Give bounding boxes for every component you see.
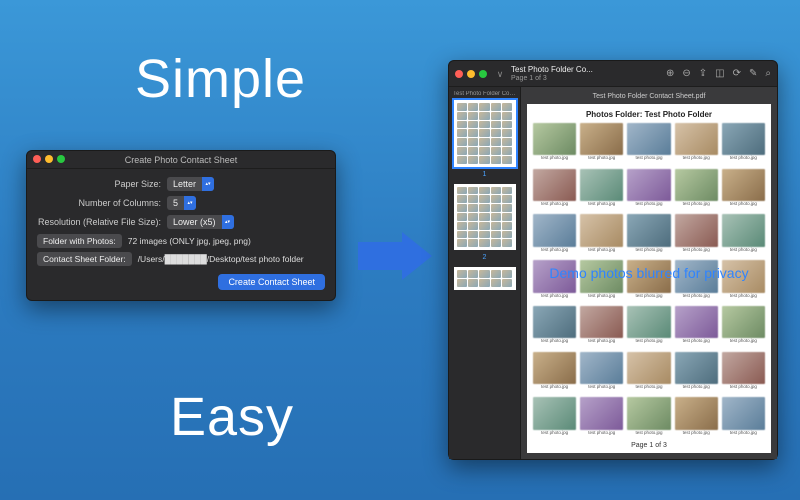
preview-window: ∨ Test Photo Folder Co... Page 1 of 3 ⊕ … [448, 60, 778, 460]
resolution-label: Resolution (Relative File Size): [37, 217, 167, 227]
rotate-icon[interactable]: ⟳ [733, 65, 741, 83]
settings-title: Create Photo Contact Sheet [125, 155, 238, 165]
contact-sheet-photo: test photo.jpg [722, 260, 765, 302]
zoom-icon[interactable] [479, 70, 487, 78]
paper-size-value: Letter [167, 179, 202, 189]
contact-sheet-page: Photos Folder: Test Photo Folder test ph… [527, 104, 771, 453]
paper-size-label: Paper Size: [37, 179, 167, 189]
window-traffic-lights [455, 70, 487, 78]
contact-sheet-photo: test photo.jpg [675, 169, 718, 211]
document-title: Test Photo Folder Co... [511, 65, 593, 74]
highlight-icon[interactable]: ◫ [715, 65, 724, 83]
contact-sheet-photo: test photo.jpg [675, 397, 718, 439]
settings-titlebar: Create Photo Contact Sheet [27, 151, 335, 169]
minimize-icon[interactable] [467, 70, 475, 78]
contact-sheet-photo: test photo.jpg [675, 306, 718, 348]
contact-sheet-photo: test photo.jpg [675, 260, 718, 302]
thumbnail-page-number: 2 [453, 254, 516, 261]
contact-sheet-photo: test photo.jpg [627, 123, 670, 165]
contact-sheet-photo: test photo.jpg [533, 123, 576, 165]
create-contact-sheet-button[interactable]: Create Contact Sheet [218, 274, 325, 290]
contact-sheet-photo: test photo.jpg [675, 214, 718, 256]
thumbnail-rail[interactable]: Test Photo Folder Contac... 1 2 [449, 87, 521, 459]
zoom-in-icon[interactable]: ⊕ [666, 65, 674, 83]
contact-sheet-photo: test photo.jpg [580, 352, 623, 394]
contact-sheet-photo: test photo.jpg [580, 397, 623, 439]
marketing-text-easy: Easy [170, 386, 294, 448]
columns-select[interactable]: 5 ▴▾ [167, 196, 196, 210]
contact-sheet-photo: test photo.jpg [722, 306, 765, 348]
contact-sheet-photo: test photo.jpg [627, 352, 670, 394]
contact-sheet-photo: test photo.jpg [675, 123, 718, 165]
columns-value: 5 [167, 198, 184, 208]
minimize-icon[interactable] [45, 155, 53, 163]
contact-sheet-photo: test photo.jpg [627, 306, 670, 348]
contact-sheet-photo: test photo.jpg [627, 214, 670, 256]
chevron-updown-icon: ▴▾ [202, 177, 214, 191]
choose-photos-folder-button[interactable]: Folder with Photos: [37, 234, 122, 248]
contact-sheet-photo: test photo.jpg [533, 260, 576, 302]
chevron-updown-icon: ▴▾ [184, 196, 196, 210]
contact-sheet-photo: test photo.jpg [533, 214, 576, 256]
chevron-updown-icon: ▴▾ [222, 215, 234, 229]
contact-sheet-photo: test photo.jpg [580, 214, 623, 256]
photos-folder-value: 72 images (ONLY jpg, jpeg, png) [128, 236, 251, 246]
markup-icon[interactable]: ✎ [749, 65, 757, 83]
resolution-value: Lower (x5) [167, 217, 222, 227]
close-icon[interactable] [455, 70, 463, 78]
page-area[interactable]: Test Photo Folder Contact Sheet.pdf Phot… [521, 87, 777, 459]
contact-sheet-photo: test photo.jpg [627, 260, 670, 302]
choose-output-folder-button[interactable]: Contact Sheet Folder: [37, 252, 132, 266]
thumbnail-page-3[interactable] [454, 267, 516, 290]
output-folder-value: /Users/███████/Desktop/test photo folder [138, 254, 304, 264]
arrow-icon [358, 232, 438, 280]
thumbnail-rail-title: Test Photo Folder Contac... [453, 91, 516, 97]
contact-sheet-photo: test photo.jpg [533, 306, 576, 348]
zoom-icon[interactable] [57, 155, 65, 163]
contact-sheet-photo: test photo.jpg [533, 397, 576, 439]
contact-sheet-photo: test photo.jpg [722, 123, 765, 165]
document-title-block: Test Photo Folder Co... Page 1 of 3 [511, 65, 593, 83]
thumbnail-page-1[interactable] [454, 100, 516, 167]
contact-sheet-photo: test photo.jpg [533, 352, 576, 394]
zoom-out-icon[interactable]: ⊖ [682, 65, 690, 83]
thumbnail-page-2[interactable] [454, 184, 516, 251]
settings-window: Create Photo Contact Sheet Paper Size: L… [26, 150, 336, 301]
close-icon[interactable] [33, 155, 41, 163]
marketing-text-simple: Simple [135, 48, 306, 110]
filename-header: Test Photo Folder Contact Sheet.pdf [527, 93, 771, 100]
search-icon[interactable]: ⌕ [765, 65, 771, 83]
contact-sheet-photo: test photo.jpg [722, 214, 765, 256]
contact-sheet-photo: test photo.jpg [722, 397, 765, 439]
sidebar-toggle-icon[interactable]: ∨ [495, 69, 505, 79]
contact-sheet-photo: test photo.jpg [627, 397, 670, 439]
sheet-title: Photos Folder: Test Photo Folder [533, 110, 765, 119]
contact-sheet-photo: test photo.jpg [533, 169, 576, 211]
preview-titlebar: ∨ Test Photo Folder Co... Page 1 of 3 ⊕ … [449, 61, 777, 87]
columns-label: Number of Columns: [37, 198, 167, 208]
sheet-footer: Page 1 of 3 [533, 439, 765, 449]
contact-sheet-photo: test photo.jpg [580, 260, 623, 302]
contact-sheet-photo: test photo.jpg [675, 352, 718, 394]
paper-size-select[interactable]: Letter ▴▾ [167, 177, 214, 191]
thumbnail-page-number: 1 [453, 171, 516, 178]
document-subtitle: Page 1 of 3 [511, 74, 593, 83]
resolution-select[interactable]: Lower (x5) ▴▾ [167, 215, 234, 229]
contact-sheet-photo: test photo.jpg [580, 306, 623, 348]
contact-sheet-photo: test photo.jpg [627, 169, 670, 211]
contact-sheet-photo: test photo.jpg [580, 123, 623, 165]
contact-sheet-photo: test photo.jpg [580, 169, 623, 211]
contact-sheet-photo: test photo.jpg [722, 169, 765, 211]
contact-sheet-photo: test photo.jpg [722, 352, 765, 394]
window-traffic-lights [33, 155, 65, 163]
share-icon[interactable]: ⇪ [699, 65, 707, 83]
